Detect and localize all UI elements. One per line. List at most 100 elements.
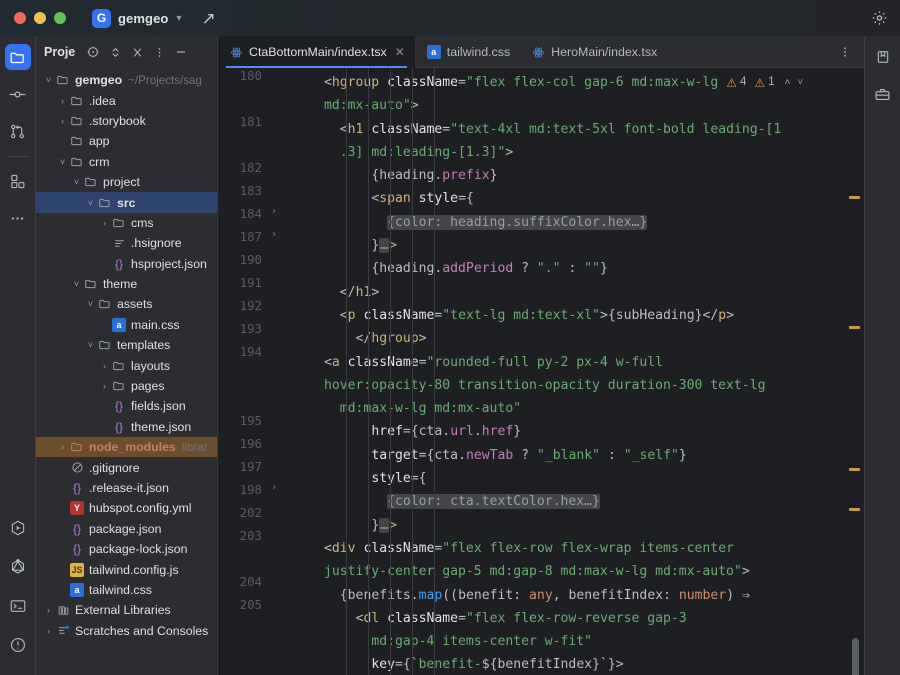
more-tool-windows-button[interactable] — [5, 205, 31, 231]
code-line[interactable]: }…> — [324, 514, 844, 537]
tree-item[interactable]: › External Libraries — [36, 600, 217, 620]
chevron-collapsed-icon[interactable]: › — [98, 218, 111, 228]
chevron-expanded-icon[interactable]: ˅ — [84, 340, 97, 350]
sidebar-item-run[interactable] — [5, 515, 31, 541]
tree-item[interactable]: app — [36, 131, 217, 151]
sidebar-item-problems[interactable] — [5, 632, 31, 658]
chevron-expanded-icon[interactable]: ˅ — [84, 299, 97, 309]
chevron-collapsed-icon[interactable]: › — [42, 605, 55, 615]
chevron-expanded-icon[interactable]: ˅ — [70, 177, 83, 187]
chevron-expanded-icon[interactable]: ˅ — [42, 75, 55, 85]
tree-item[interactable]: › node_modules librar — [36, 437, 217, 458]
code-line[interactable]: href={cta.url.href} — [324, 420, 844, 443]
tree-item[interactable]: .hsignore — [36, 233, 217, 253]
tree-item[interactable]: ˅ gemgeo ~/Projects/sag — [36, 70, 217, 90]
chevron-expanded-icon[interactable]: ˅ — [84, 198, 97, 208]
chevron-collapsed-icon[interactable]: › — [56, 116, 69, 126]
tree-item[interactable]: › .idea — [36, 90, 217, 110]
code-line[interactable]: <h1 className="text-4xl md:text-5xl font… — [324, 118, 844, 141]
tree-item[interactable]: JS tailwind.config.js — [36, 559, 217, 579]
inspection-widget[interactable]: ⚠ 4 ⚠ 1 ˄ ˅ — [726, 71, 805, 94]
project-file-tree[interactable]: ˅ gemgeo ~/Projects/sag › .idea › .storybook ap… — [36, 68, 217, 675]
code-line[interactable]: style={ — [324, 467, 844, 490]
code-line[interactable]: <span style={ — [324, 187, 844, 210]
code-line[interactable]: <div className="flex flex-row flex-wrap … — [324, 537, 844, 560]
sidebar-item-notifications[interactable] — [870, 44, 896, 70]
tree-item[interactable]: ˅ assets — [36, 294, 217, 314]
tree-item[interactable]: ˅ theme — [36, 274, 217, 294]
tree-item[interactable]: {} .release-it.json — [36, 478, 217, 498]
chevron-collapsed-icon[interactable]: › — [98, 381, 111, 391]
close-window-button[interactable] — [14, 12, 26, 24]
vertical-ellipsis-icon[interactable] — [149, 42, 169, 62]
tree-item[interactable]: › layouts — [36, 355, 217, 375]
sidebar-item-structure[interactable] — [5, 168, 31, 194]
editor-tabs-more-button[interactable] — [826, 36, 864, 68]
hide-panel-icon[interactable] — [171, 42, 191, 62]
code-line[interactable]: <a className="rounded-full py-2 px-4 w-f… — [324, 351, 844, 374]
maximize-window-button[interactable] — [54, 12, 66, 24]
tree-item[interactable]: {} package-lock.json — [36, 539, 217, 559]
tree-item[interactable]: ˅ src — [36, 192, 217, 213]
warning-marker[interactable] — [849, 326, 860, 329]
code-line[interactable]: <p className="text-lg md:text-xl">{subHe… — [324, 304, 844, 327]
tree-item[interactable]: ˅ crm — [36, 152, 217, 172]
chevron-collapsed-icon[interactable]: › — [56, 96, 69, 106]
sidebar-item-commit[interactable] — [5, 81, 31, 107]
code-line[interactable]: {color: cta.textColor.hex…} — [324, 490, 844, 513]
tree-item[interactable]: .gitignore — [36, 457, 217, 477]
tree-item[interactable]: {} hsproject.json — [36, 254, 217, 274]
code-line[interactable]: key={`benefit-${benefitIndex}`}> — [324, 653, 844, 675]
fold-expand-icon[interactable]: › — [268, 229, 280, 240]
tree-item[interactable]: a main.css — [36, 315, 217, 335]
tree-item[interactable]: › pages — [36, 376, 217, 396]
tree-item[interactable]: a tailwind.css — [36, 580, 217, 600]
tree-item[interactable]: Yhubspot.config.yml — [36, 498, 217, 518]
tree-item[interactable]: {} fields.json — [36, 396, 217, 416]
code-line[interactable]: md:gap-4 items-center w-fit" — [324, 630, 844, 653]
chevron-collapsed-icon[interactable]: › — [42, 626, 55, 636]
minimize-window-button[interactable] — [34, 12, 46, 24]
warning-marker[interactable] — [849, 508, 860, 511]
chevron-collapsed-icon[interactable]: › — [56, 442, 69, 452]
editor-tab-bar[interactable]: CtaBottomMain/index.tsx ✕ a tailwind.css Her… — [218, 36, 864, 68]
code-line[interactable]: md:mx-auto"> — [324, 94, 844, 117]
code-line[interactable]: }…> — [324, 234, 844, 257]
vertical-scrollbar[interactable] — [852, 638, 859, 675]
code-line[interactable]: {heading.addPeriod ? "." : ""} — [324, 257, 844, 280]
code-line[interactable]: .3] md:leading-[1.3]"> — [324, 141, 844, 164]
code-line[interactable]: {color: heading.suffixColor.hex…} — [324, 211, 844, 234]
editor-right-rail[interactable] — [844, 68, 864, 675]
code-line[interactable]: <dl className="flex flex-row-reverse gap… — [324, 607, 844, 630]
tree-item[interactable]: {} theme.json — [36, 417, 217, 437]
code-line[interactable]: <hgroup className="flex flex-col gap-6 m… — [324, 71, 844, 94]
code-line[interactable]: </h1> — [324, 281, 844, 304]
code-line[interactable]: {benefits.map((benefit: any, benefitInde… — [324, 584, 844, 607]
tree-item[interactable]: › .storybook — [36, 111, 217, 131]
tree-item[interactable]: {} package.json — [36, 519, 217, 539]
code-editor[interactable]: 180 181 182 183 184 › 187 › 190 191 192 193 194 195 19… — [218, 68, 864, 675]
fold-expand-icon[interactable]: › — [268, 482, 280, 493]
editor-tab[interactable]: a tailwind.css — [415, 36, 520, 68]
warning-marker[interactable] — [849, 468, 860, 471]
code-line[interactable]: md:max-w-lg md:mx-auto" — [324, 397, 844, 420]
editor-tab[interactable]: HeroMain/index.tsx — [520, 36, 667, 68]
chevron-up-icon[interactable]: ˄ — [783, 71, 793, 94]
sidebar-item-terminal[interactable] — [5, 593, 31, 619]
sidebar-item-project[interactable] — [4, 44, 31, 70]
line-number-gutter[interactable]: 180 181 182 183 184 › 187 › 190 191 192 193 194 195 19… — [218, 68, 324, 675]
code-line[interactable]: hover:opacity-80 transition-opacity dura… — [324, 374, 844, 397]
tree-item[interactable]: › Scratches and Consoles — [36, 621, 217, 641]
collapse-all-icon[interactable] — [127, 42, 147, 62]
editor-tab[interactable]: CtaBottomMain/index.tsx ✕ — [218, 36, 415, 68]
tree-item[interactable]: ˅ project — [36, 172, 217, 192]
code-line[interactable]: </hgroup> — [324, 327, 844, 350]
sidebar-item-ai-assistant[interactable] — [870, 81, 896, 107]
share-arrow-icon[interactable]: ↗ — [201, 10, 215, 27]
code-text[interactable]: <hgroup className="flex flex-col gap-6 m… — [324, 68, 844, 675]
code-line[interactable]: justify-center gap-5 md:gap-8 md:max-w-l… — [324, 560, 844, 583]
crosshair-icon[interactable] — [83, 42, 103, 62]
close-icon[interactable]: ✕ — [395, 45, 405, 59]
code-line[interactable]: {heading.prefix} — [324, 164, 844, 187]
settings-button[interactable] — [871, 10, 888, 27]
